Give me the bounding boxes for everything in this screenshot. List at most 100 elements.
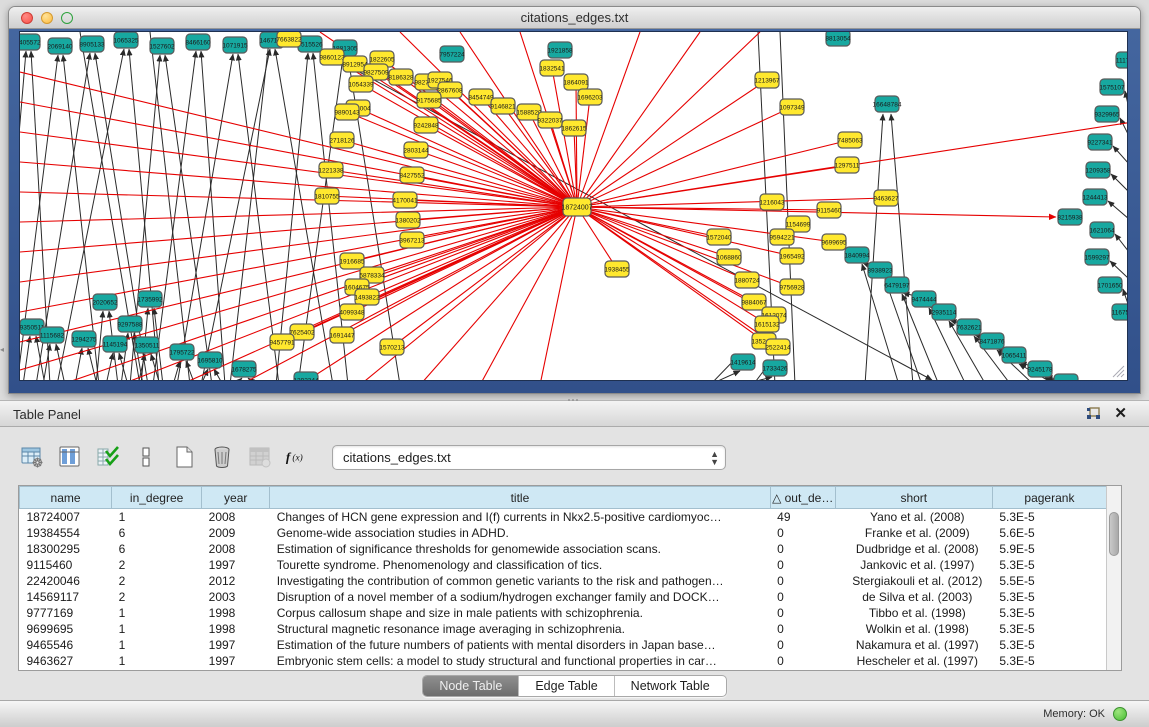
table-cell: Embryonic stem cells: a model to study s… <box>270 653 770 669</box>
table-cell: Jankovic et al. (1997) <box>835 557 992 573</box>
tab-edge-table[interactable]: Edge Table <box>519 676 614 696</box>
table-row[interactable]: 977716911998Corpus callosum shape and si… <box>20 605 1107 621</box>
select-columns-icon[interactable] <box>94 443 122 471</box>
table-cell: 22420046 <box>20 573 112 589</box>
table-selector-dropdown[interactable]: citations_edges.txt ▲▼ <box>332 445 726 470</box>
citation-edge[interactable] <box>1108 201 1128 219</box>
table-cell: Wolkin et al. (1998) <box>835 621 992 637</box>
citation-edge[interactable] <box>891 114 913 381</box>
citation-edge-red[interactable] <box>577 207 729 257</box>
table-cell: 5.3E-5 <box>992 621 1106 637</box>
citation-edge[interactable] <box>153 51 196 381</box>
column-header-name[interactable]: name <box>20 487 112 509</box>
graph-node-label: 1244413 <box>1082 194 1108 201</box>
citation-edge[interactable] <box>214 369 223 381</box>
collapse-handle-icon[interactable]: ◂ <box>0 345 7 355</box>
panel-title: Table Panel <box>13 407 81 422</box>
citation-edge-red[interactable] <box>577 80 767 207</box>
table-cell: 9777169 <box>20 605 112 621</box>
column-settings-icon[interactable] <box>18 443 46 471</box>
table-row[interactable]: 1456911722003Disruption of a novel membe… <box>20 589 1107 605</box>
citation-edge-red[interactable] <box>577 32 700 207</box>
new-table-icon[interactable] <box>170 443 198 471</box>
citation-edge[interactable] <box>709 371 740 381</box>
table-cell: 9115460 <box>20 557 112 573</box>
table-row[interactable]: 946554611997Estimation of the future num… <box>20 637 1107 653</box>
citation-edge[interactable] <box>1125 91 1128 109</box>
citation-edge-red[interactable] <box>20 207 577 222</box>
function-builder-icon[interactable]: f (x) <box>284 443 312 471</box>
graph-node-label: 9322037 <box>537 117 563 124</box>
network-canvas[interactable]: 2405572206914089051331065325152760284661… <box>19 31 1128 381</box>
citation-edge[interactable] <box>741 377 772 381</box>
column-header-title[interactable]: title <box>270 487 770 509</box>
table-cell: 2008 <box>202 541 270 557</box>
graph-node-label: 7485063 <box>837 137 863 144</box>
table-cell: 2008 <box>202 509 270 525</box>
citation-network-graph[interactable]: 2405572206914089051331065325152760284661… <box>20 32 1128 381</box>
graph-node-label: 1065325 <box>113 37 139 44</box>
graph-node-label: 1257890 <box>1053 379 1079 381</box>
citation-edge[interactable] <box>1111 174 1128 192</box>
manage-columns-icon[interactable] <box>56 443 84 471</box>
table-row[interactable]: 1830029562008Estimation of significance … <box>20 541 1107 557</box>
citation-edge-red[interactable] <box>577 140 850 207</box>
table-panel: Table Panel ✕ <box>0 400 1149 700</box>
table-cell: 2 <box>112 589 202 605</box>
float-panel-icon[interactable] <box>1086 407 1101 421</box>
citation-edge-red[interactable] <box>342 140 577 207</box>
table-row[interactable]: 969969511998Structural magnetic resonanc… <box>20 621 1107 637</box>
table-row[interactable]: 911546021997Tourette syndrome. Phenomeno… <box>20 557 1107 573</box>
table-cell: 2009 <box>202 525 270 541</box>
table-cell: 9463627 <box>20 653 112 669</box>
table-cell: 0 <box>770 637 835 653</box>
table-cell: Investigating the contribution of common… <box>270 573 770 589</box>
table-cell: 6 <box>112 541 202 557</box>
graph-node-label: 1068860 <box>716 254 742 261</box>
table-scrollbar[interactable] <box>1106 486 1121 670</box>
table-row[interactable]: 1872400712008Changes of HCN gene express… <box>20 509 1107 525</box>
citation-edge[interactable] <box>235 378 242 381</box>
citation-edge[interactable] <box>1120 118 1128 136</box>
citation-edge[interactable] <box>1115 234 1128 252</box>
tab-network-table[interactable]: Network Table <box>615 676 726 696</box>
graph-node-label: 18724007 <box>561 204 592 211</box>
memory-ok-indicator-icon[interactable] <box>1113 707 1127 721</box>
citation-edge-red[interactable] <box>357 207 577 287</box>
tab-node-table[interactable]: Node Table <box>423 676 519 696</box>
table-cell: 5.3E-5 <box>992 605 1106 621</box>
window-titlebar[interactable]: citations_edges.txt <box>9 7 1140 29</box>
column-header-short[interactable]: short <box>835 487 992 509</box>
citation-edge[interactable] <box>1110 261 1128 279</box>
close-panel-icon[interactable]: ✕ <box>1114 404 1127 422</box>
table-cell: 0 <box>770 589 835 605</box>
column-header-year[interactable]: year <box>202 487 270 509</box>
citation-edge[interactable] <box>1113 146 1128 164</box>
graph-node-label: 1097349 <box>779 104 805 111</box>
table-cell: Estimation of the future numbers of pati… <box>270 637 770 653</box>
panel-resize-handle[interactable] <box>565 397 581 404</box>
row-options-icon[interactable] <box>132 443 160 471</box>
scrollbar-thumb[interactable] <box>1109 512 1119 556</box>
graph-node-label: 1678275 <box>231 366 257 373</box>
table-panel-header[interactable]: Table Panel ✕ <box>0 401 1149 427</box>
table-cell: 2003 <box>202 589 270 605</box>
citation-edge-red[interactable] <box>577 32 640 207</box>
table-cell: Corpus callosum shape and size in male p… <box>270 605 770 621</box>
table-row[interactable]: 2242004622012Investigating the contribut… <box>20 573 1107 589</box>
delete-table-icon[interactable] <box>208 443 236 471</box>
column-header-pagerank[interactable]: pagerank <box>992 487 1106 509</box>
table-row[interactable]: 946362711997Embryonic stem cells: a mode… <box>20 653 1107 669</box>
column-header-in_degree[interactable]: in_degree <box>112 487 202 509</box>
table-cell: 0 <box>770 541 835 557</box>
table-row[interactable]: 1938455462009Genome-wide association stu… <box>20 525 1107 541</box>
table-cell: 1 <box>112 637 202 653</box>
table-cell: 5.3E-5 <box>992 637 1106 653</box>
citation-edge-red[interactable] <box>577 32 760 207</box>
citation-edge[interactable] <box>23 336 30 381</box>
citation-edge-red[interactable] <box>577 107 792 207</box>
table-cell: 18300295 <box>20 541 112 557</box>
column-header-out_de[interactable]: △ out_de… <box>770 487 835 509</box>
graph-node-label: 1380202 <box>395 217 421 224</box>
canvas-resize-grip[interactable] <box>1111 364 1125 378</box>
